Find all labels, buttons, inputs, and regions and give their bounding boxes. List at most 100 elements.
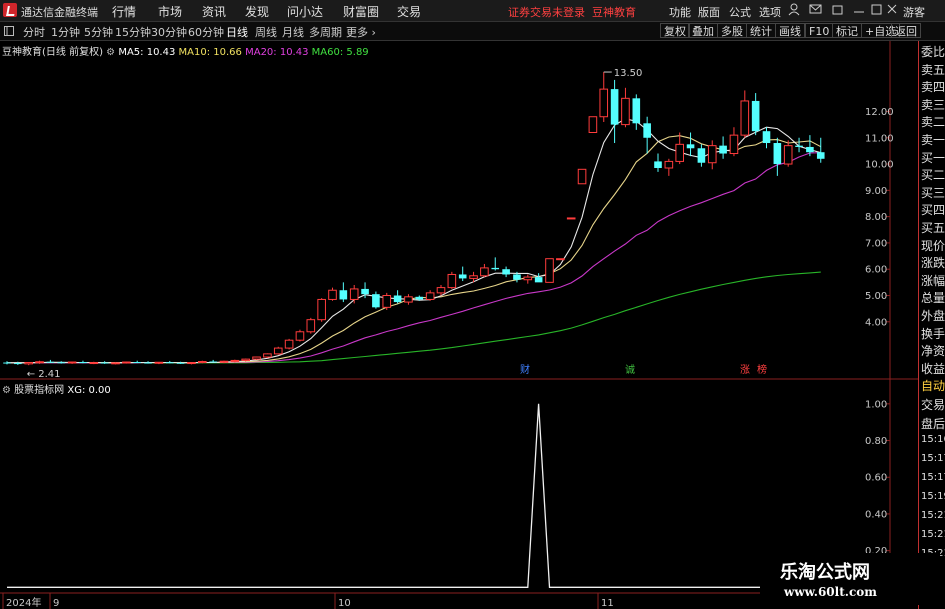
y-tick-label: 11.00	[865, 133, 894, 144]
tab-15min[interactable]: 15分钟	[115, 24, 151, 40]
tab-daily[interactable]: 日线	[226, 24, 248, 40]
side-panel-item[interactable]: 15:21	[921, 510, 945, 521]
maximize-icon[interactable]	[871, 4, 882, 15]
side-panel-item[interactable]: 卖五	[921, 61, 945, 78]
low-price-label: ← 2.41	[27, 369, 61, 380]
login-notice[interactable]: 证券交易未登录 豆神教育	[508, 4, 636, 20]
candle-body	[816, 152, 825, 159]
window-restore-icon[interactable]	[832, 5, 843, 15]
side-panel-item[interactable]: 买二	[921, 166, 945, 183]
side-panel-item[interactable]: 15:16	[921, 434, 945, 445]
side-panel-item[interactable]: 卖三	[921, 96, 945, 113]
side-panel-item[interactable]: 交易	[921, 396, 945, 413]
y-tick-label: 5.00	[865, 291, 887, 302]
f10-button[interactable]: F10	[805, 23, 834, 38]
main-legend: 豆神教育(日线 前复权) ⚙ MA5: 10.43 MA10: 10.66 MA…	[2, 43, 369, 58]
ma20-line	[7, 152, 821, 364]
side-panel-item[interactable]: 收益	[921, 360, 945, 377]
mark-button[interactable]: 标记	[832, 23, 862, 38]
side-panel-item[interactable]: 换手	[921, 325, 945, 342]
statistics-button[interactable]: 统计	[746, 23, 776, 38]
tab-monthly[interactable]: 月线	[282, 24, 304, 40]
menu-gongneng[interactable]: 功能	[669, 4, 691, 20]
tab-30min[interactable]: 30分钟	[151, 24, 187, 40]
candle-body	[317, 298, 326, 321]
settings-icon[interactable]: ⚙	[2, 385, 11, 396]
tab-weekly[interactable]: 周线	[255, 24, 277, 40]
candle-body	[556, 258, 565, 261]
indicator-name[interactable]: 股票指标网	[14, 385, 64, 396]
candle-body	[67, 361, 77, 364]
x-tick-label: 10	[338, 598, 351, 609]
side-panel-item[interactable]: 卖二	[921, 113, 945, 130]
menu-banmian[interactable]: 版面	[698, 4, 720, 20]
candle-body	[534, 277, 543, 283]
menu-xuanxiang[interactable]: 选项	[759, 4, 781, 20]
multi-stock-button[interactable]: 多股	[717, 23, 747, 38]
side-panel-item[interactable]: 15:17	[921, 453, 945, 464]
fuquan-button[interactable]: 复权	[660, 23, 690, 38]
close-icon[interactable]	[887, 4, 897, 14]
side-panel-item[interactable]: 委比	[921, 43, 945, 60]
candle-body	[588, 116, 598, 134]
side-panel-item[interactable]: 15:19	[921, 491, 945, 502]
side-panel-item[interactable]: 买四	[921, 201, 945, 218]
candle-body	[165, 362, 174, 364]
side-panel-item[interactable]: 盘后	[921, 415, 945, 432]
login-notice-text: 证券交易未登录	[508, 6, 585, 19]
user-icon[interactable]	[788, 3, 800, 16]
side-panel-item[interactable]: 15:17	[921, 472, 945, 483]
side-panel-item[interactable]: 卖一	[921, 131, 945, 148]
tab-60min[interactable]: 60分钟	[188, 24, 224, 40]
candle-body	[3, 362, 11, 364]
menu-jiaoyi[interactable]: 交易	[397, 3, 421, 20]
menu-shichang[interactable]: 市场	[158, 3, 182, 20]
side-panel-item[interactable]: 卖四	[921, 78, 945, 95]
candles	[3, 72, 825, 366]
candle-body	[122, 361, 131, 364]
candle-body	[632, 98, 641, 124]
tab-fenshi[interactable]: 分时	[23, 24, 45, 40]
chart-toggle-icon[interactable]	[4, 26, 14, 36]
side-panel-item[interactable]: 买五	[921, 219, 945, 236]
settings-icon[interactable]: ⚙	[106, 47, 115, 58]
side-panel-item[interactable]: 自动	[921, 377, 945, 394]
menu-gongshi[interactable]: 公式	[729, 4, 751, 20]
menu-faxian[interactable]: 发现	[245, 3, 269, 20]
side-panel-item[interactable]: 买三	[921, 184, 945, 201]
indicator-line	[7, 403, 821, 588]
menu-zixun[interactable]: 资讯	[202, 3, 226, 20]
tab-more[interactable]: 更多 ›	[346, 24, 376, 40]
side-panel-item[interactable]: 现价	[921, 237, 945, 254]
menu-caifuquan[interactable]: 财富圈	[343, 3, 379, 20]
y-tick-label: 12.00	[865, 107, 894, 118]
kline-chart[interactable]: 4.00 5.00 6.00 7.00 8.00 9.00 10.00 11.00 12.00 0…	[0, 41, 918, 609]
ma60-label: MA60: 5.89	[311, 47, 369, 58]
ma60-line	[7, 271, 821, 364]
tab-multi-period[interactable]: 多周期	[309, 24, 342, 40]
y-tick-label: 4.00	[865, 317, 887, 328]
message-icon[interactable]	[809, 4, 822, 14]
tab-5min[interactable]: 5分钟	[84, 24, 113, 40]
stock-name[interactable]: 豆神教育(日线 前复权)	[2, 47, 103, 58]
draw-line-button[interactable]: 画线	[775, 23, 805, 38]
menu-wenxiaoda[interactable]: 问小达	[287, 3, 323, 20]
y-tick-label: 6.00	[865, 265, 887, 276]
indicator-y-tick-label: 0.80	[865, 436, 887, 447]
overlay-button[interactable]: 叠加	[688, 23, 718, 38]
side-panel-item[interactable]: 15:21	[921, 529, 945, 540]
guest-label[interactable]: 游客	[903, 4, 925, 20]
candle-body	[24, 362, 33, 365]
tab-1min[interactable]: 1分钟	[51, 24, 80, 40]
side-panel-item[interactable]: 净资	[921, 342, 945, 359]
watermark-url: www.60lt.com	[784, 585, 877, 599]
side-panel-item[interactable]: 总量	[921, 289, 945, 306]
back-button[interactable]: 返回	[891, 23, 921, 38]
side-panel-item[interactable]: 涨幅	[921, 272, 945, 289]
side-panel-item[interactable]: 买一	[921, 149, 945, 166]
menu-hangqing[interactable]: 行情	[112, 3, 136, 20]
ma10-line	[7, 135, 822, 364]
side-panel-item[interactable]: 外盘	[921, 307, 945, 324]
candle-body	[610, 89, 619, 125]
side-panel-item[interactable]: 涨跌	[921, 254, 945, 271]
